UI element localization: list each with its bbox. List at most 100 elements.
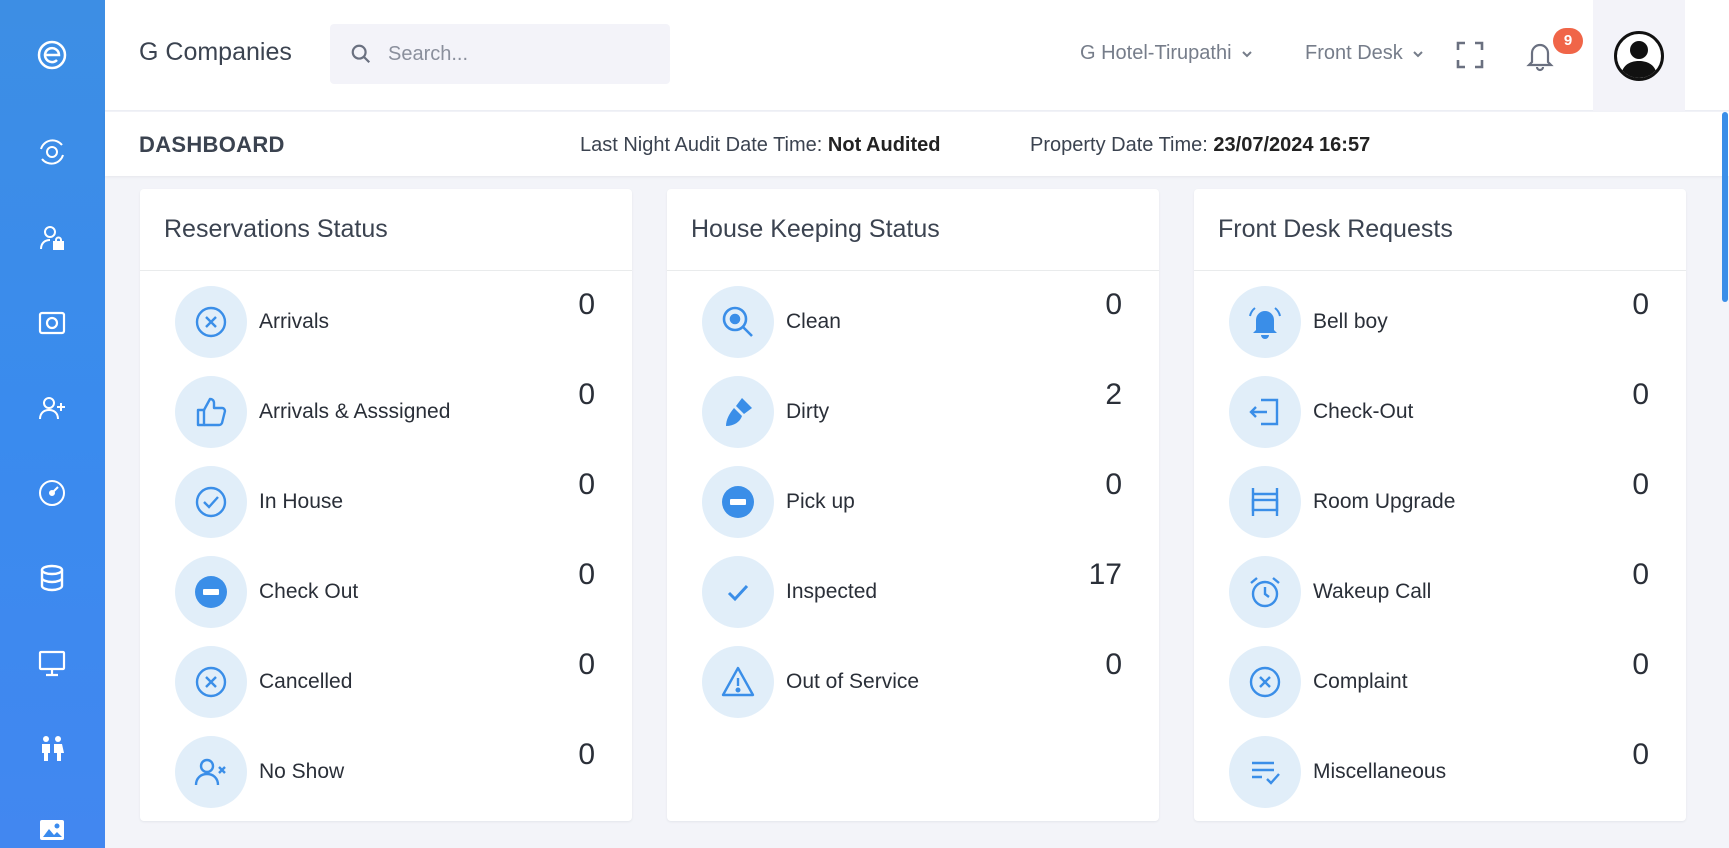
search-box[interactable]: [330, 24, 670, 84]
card-title: Reservations Status: [140, 189, 632, 271]
user-lock-icon[interactable]: [32, 218, 72, 258]
scrollbar[interactable]: [1720, 112, 1729, 848]
request-row-room-upgrade[interactable]: Room Upgrade 0: [1229, 464, 1649, 540]
check-circle-icon: [195, 486, 227, 518]
list-check-icon: [1252, 761, 1280, 785]
row-label: Arrivals: [259, 310, 330, 333]
audit-label: Last Night Audit Date Time:: [580, 134, 823, 156]
chevron-down-icon: [1413, 50, 1423, 57]
row-label: Complaint: [1313, 670, 1408, 693]
page-subheader: DASHBOARD Last Night Audit Date Time: No…: [105, 112, 1729, 176]
x-circle-icon: [1249, 666, 1281, 698]
user-menu[interactable]: [1593, 0, 1685, 111]
reservations-status-card: Reservations Status Arrivals 0 Arrivals …: [140, 189, 632, 821]
search-input[interactable]: [388, 42, 658, 66]
search-icon: [351, 44, 371, 64]
camera-icon[interactable]: [32, 303, 72, 343]
property-label: Property Date Time:: [1030, 134, 1208, 156]
request-row-bell-boy[interactable]: Bell boy 0: [1229, 284, 1649, 360]
chevron-down-icon: [1241, 50, 1252, 57]
row-label: Arrivals & Asssigned: [259, 400, 451, 423]
row-label: Out of Service: [786, 670, 920, 693]
row-label: Dirty: [786, 400, 830, 423]
fullscreen-icon[interactable]: [1455, 40, 1485, 70]
row-count: 0: [1632, 558, 1649, 591]
hotel-select[interactable]: G Hotel-Tirupathi: [1080, 42, 1254, 65]
status-row-cancelled[interactable]: Cancelled 0: [175, 644, 595, 720]
notification-bell-icon[interactable]: [1523, 38, 1557, 72]
module-select[interactable]: Front Desk: [1305, 42, 1425, 65]
status-row-pick-up[interactable]: Pick up 0: [702, 464, 1122, 540]
minus-circle-icon: [722, 486, 754, 518]
bed-icon: [1251, 488, 1279, 516]
avatar[interactable]: [1614, 30, 1664, 81]
row-count: 2: [1105, 378, 1122, 411]
people-icon[interactable]: [32, 728, 72, 768]
alarm-icon: [1250, 577, 1280, 608]
row-count: 0: [1105, 648, 1122, 681]
row-label: In House: [259, 490, 344, 513]
request-row-complaint[interactable]: Complaint 0: [1229, 644, 1649, 720]
property-value: 23/07/2024 16:57: [1213, 134, 1371, 156]
status-row-arrivals[interactable]: Arrivals 0: [175, 284, 595, 360]
row-count: 0: [1632, 288, 1649, 321]
row-label: Check-Out: [1313, 400, 1414, 423]
row-count: 0: [578, 378, 595, 411]
row-label: Room Upgrade: [1313, 490, 1456, 513]
eye-orbit-icon[interactable]: [32, 132, 72, 172]
database-icon[interactable]: [32, 558, 72, 598]
row-label: Bell boy: [1313, 310, 1388, 333]
x-circle-icon: [195, 306, 227, 338]
row-count: 0: [578, 738, 595, 771]
user-plus-icon[interactable]: [32, 388, 72, 428]
check-icon: [727, 584, 749, 602]
dashboard-gauge-icon[interactable]: [32, 473, 72, 513]
bell-icon: [1249, 307, 1281, 339]
hotel-select-label: G Hotel-Tirupathi: [1080, 42, 1232, 64]
row-count: 0: [578, 468, 595, 501]
brush-icon: [726, 398, 752, 426]
request-row-wakeup-call[interactable]: Wakeup Call 0: [1229, 554, 1649, 630]
sidebar: [0, 0, 105, 848]
status-row-inspected[interactable]: Inspected 17: [702, 554, 1122, 630]
row-label: Check Out: [259, 580, 359, 603]
row-label: Wakeup Call: [1313, 580, 1432, 603]
status-row-check-out[interactable]: Check Out 0: [175, 554, 595, 630]
status-row-no-show[interactable]: No Show 0: [175, 734, 595, 810]
page-title: DASHBOARD: [139, 132, 285, 157]
row-label: No Show: [259, 760, 345, 783]
row-label: Inspected: [786, 580, 878, 603]
row-count: 0: [1632, 648, 1649, 681]
minus-circle-icon: [195, 576, 227, 608]
status-row-in-house[interactable]: In House 0: [175, 464, 595, 540]
topbar: G Companies G Hotel-Tirupathi Front Desk…: [105, 0, 1729, 111]
status-row-arrivals-assigned[interactable]: Arrivals & Asssigned 0: [175, 374, 595, 450]
scroll-thumb[interactable]: [1722, 112, 1728, 302]
thumbs-up-icon: [196, 397, 227, 427]
request-row-miscellaneous[interactable]: Miscellaneous 0: [1229, 734, 1649, 810]
user-x-icon: [194, 758, 226, 786]
module-select-label: Front Desk: [1305, 42, 1403, 64]
x-circle-icon: [195, 666, 227, 698]
front-desk-requests-card: Front Desk Requests Bell boy 0 Check-Out…: [1194, 189, 1686, 821]
notification-count-badge: 9: [1553, 28, 1583, 54]
status-row-out-of-service[interactable]: Out of Service 0: [702, 644, 1122, 720]
monitor-icon[interactable]: [32, 643, 72, 683]
search-eye-icon: [722, 306, 753, 337]
property-datetime-info: Property Date Time: 23/07/2024 16:57: [1030, 134, 1370, 157]
status-row-clean[interactable]: Clean 0: [702, 284, 1122, 360]
housekeeping-status-card: House Keeping Status Clean 0 Dirty 2 Pic…: [667, 189, 1159, 821]
status-row-dirty[interactable]: Dirty 2: [702, 374, 1122, 450]
warning-icon: [721, 666, 755, 697]
audit-value: Not Audited: [827, 134, 941, 156]
row-count: 0: [1105, 468, 1122, 501]
logo-e-icon[interactable]: [32, 35, 72, 75]
image-icon[interactable]: [32, 810, 72, 848]
row-count: 0: [1632, 378, 1649, 411]
logout-icon: [1249, 398, 1279, 426]
card-title: House Keeping Status: [667, 189, 1159, 271]
request-row-check-out[interactable]: Check-Out 0: [1229, 374, 1649, 450]
brand-name: G Companies: [139, 38, 292, 66]
row-label: Cancelled: [259, 670, 353, 693]
row-count: 0: [578, 558, 595, 591]
